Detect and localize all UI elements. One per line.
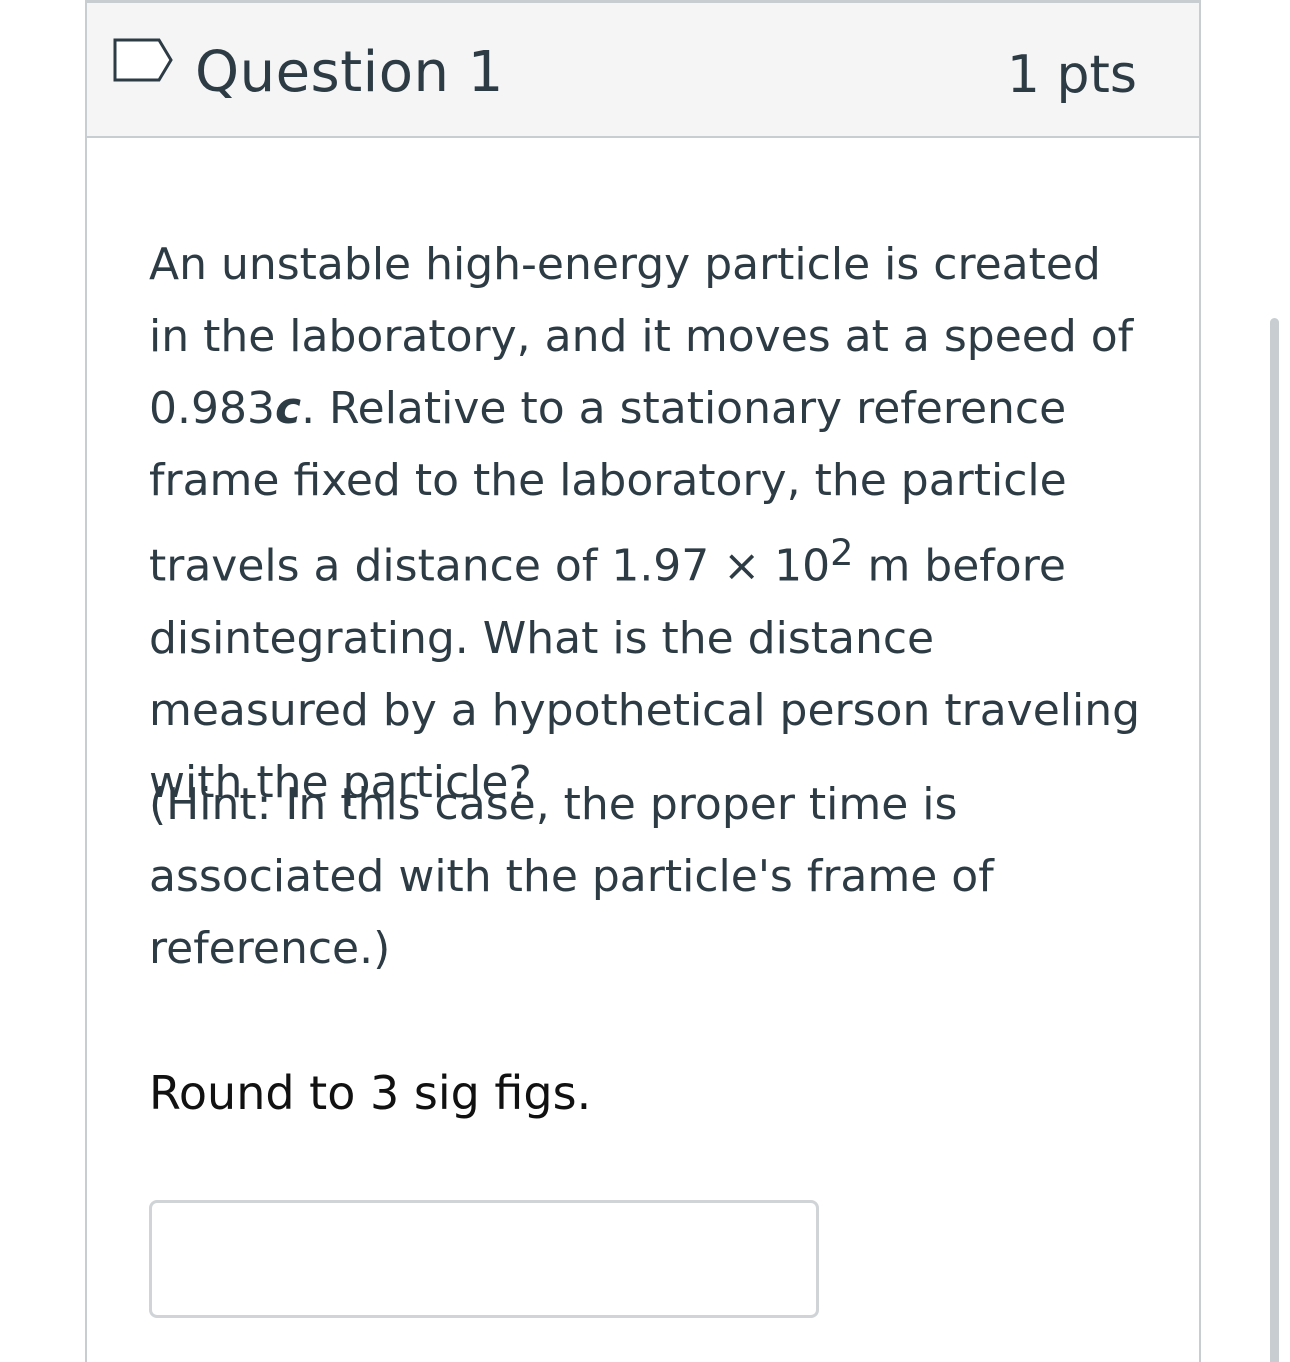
page: Question 1 1 pts An unstable high-energy…	[0, 0, 1290, 1362]
answer-input[interactable]	[149, 1200, 819, 1318]
flag-outline-icon[interactable]	[113, 38, 173, 82]
instruction-text: Round to 3 sig figs.	[149, 1066, 592, 1120]
speed-of-light-symbol: c	[274, 383, 302, 434]
scrollbar-thumb[interactable]	[1270, 318, 1279, 1362]
question-card: Question 1 1 pts An unstable high-energy…	[85, 0, 1201, 1362]
question-text: An unstable high-energy particle is crea…	[149, 229, 1149, 819]
hint-text: (Hint: In this case, the proper time is …	[149, 779, 994, 974]
question-points: 1 pts	[1006, 45, 1137, 105]
question-title: Question 1	[195, 40, 504, 105]
question-header: Question 1 1 pts	[87, 3, 1199, 138]
distance-exponent: 2	[830, 531, 854, 574]
